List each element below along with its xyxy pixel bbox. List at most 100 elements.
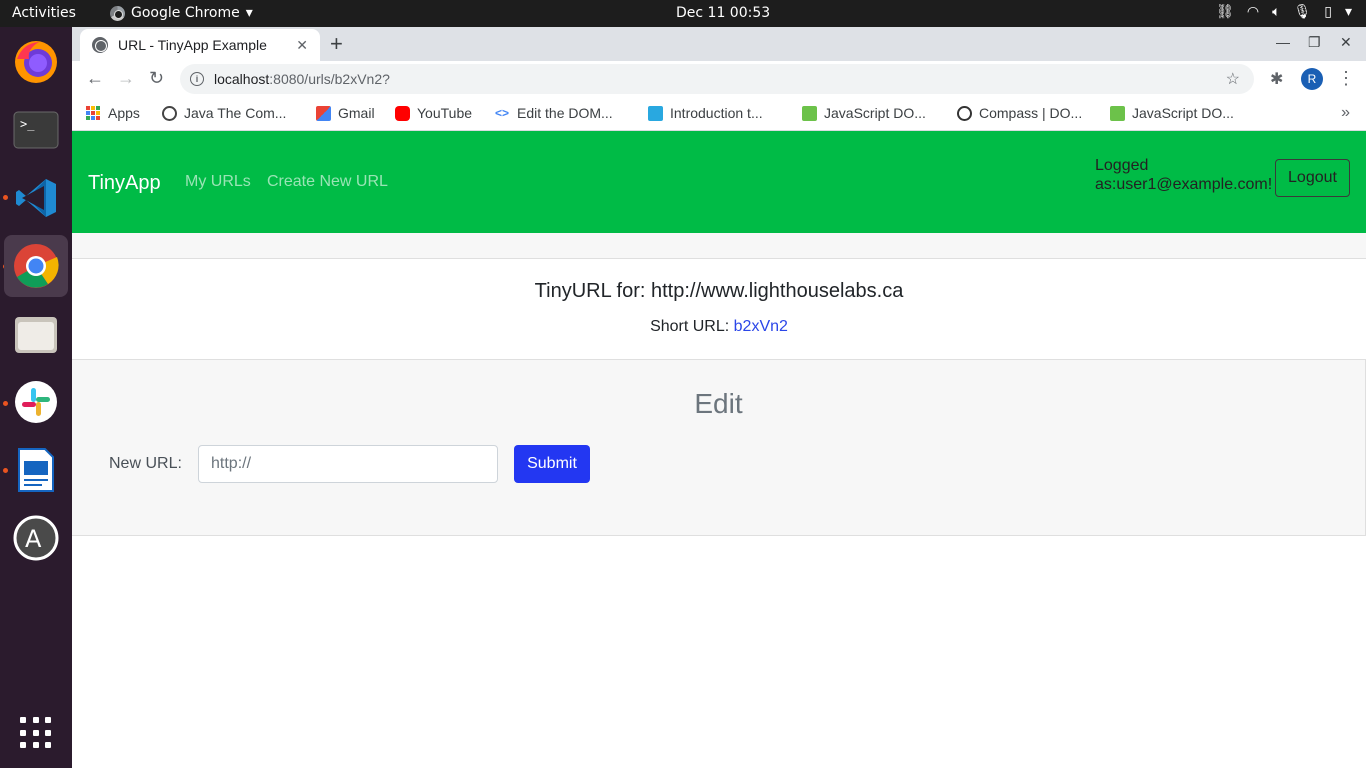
bookmark-introduction[interactable]: Introduction t... [648,105,763,121]
reload-icon[interactable]: ↻ [149,68,164,89]
forward-arrow-icon[interactable]: → [117,68,135,89]
svg-text:>_: >_ [20,117,35,131]
browser-window: URL - TinyApp Example ✕ + — ❐ ✕ ← → ↻ i … [72,27,1366,768]
clock[interactable]: Dec 11 00:53 [676,5,770,21]
tab-active[interactable]: URL - TinyApp Example ✕ [80,29,320,61]
bookmark-label: JavaScript DO... [824,105,926,121]
bookmark-label: Gmail [338,105,375,121]
short-url-line: Short URL: b2xVn2 [72,318,1366,336]
network-icon: ⛓ [1216,4,1234,20]
close-icon[interactable]: ✕ [296,37,308,54]
bookmark-youtube[interactable]: YouTube [395,105,472,121]
bookmark-gmail[interactable]: Gmail [316,105,375,121]
bookmark-label: Edit the DOM... [517,105,613,121]
code-icon: <> [495,105,510,120]
app-menu-label: Google Chrome [131,5,240,21]
restore-icon[interactable]: ❐ [1308,34,1321,51]
show-applications-icon[interactable] [20,717,52,749]
vscode-icon [16,179,56,217]
bookmarks-overflow-icon[interactable]: » [1341,104,1350,122]
bookmark-javascript-dom-2[interactable]: JavaScript DO... [1110,105,1234,121]
wifi-icon: ◠ [1246,4,1260,20]
battery-icon: ▯ [1324,4,1332,20]
card-header-strip [72,233,1366,259]
page-viewport: TinyApp My URLs Create New URL Logged as… [72,131,1366,768]
site-icon [802,105,817,121]
nav-my-urls[interactable]: My URLs [185,173,251,191]
browser-toolbar: ← → ↻ i localhost:8080/urls/b2xVn2? ☆ ✱ … [72,61,1366,97]
short-url-link[interactable]: b2xVn2 [734,318,788,335]
profile-avatar[interactable]: R [1301,68,1323,90]
globe-icon [92,37,108,53]
dock-chrome[interactable] [4,235,68,297]
bookmark-label: Java The Com... [184,105,287,121]
youtube-icon [395,105,410,121]
power-menu-icon: ▾ [1344,4,1352,20]
dock-libreoffice-impress[interactable] [4,439,68,501]
site-icon [1110,105,1125,121]
chrome-icon [110,5,125,21]
tab-strip: URL - TinyApp Example ✕ + — ❐ ✕ [72,27,1366,61]
edit-heading: Edit [694,388,743,419]
bookmark-label: Compass | DO... [979,105,1083,121]
presentation-document-icon [18,448,54,492]
compass-icon [957,105,972,121]
bookmarks-bar: Apps Java The Com... Gmail YouTube <> Ed… [72,97,1366,131]
bookmark-javascript-dom-1[interactable]: JavaScript DO... [802,105,926,121]
svg-text:A: A [25,525,42,553]
dock-terminal[interactable]: >_ [4,99,68,161]
dock-vscode[interactable] [4,167,68,229]
new-tab-icon[interactable]: + [330,31,343,57]
logged-in-user: Logged as:user1@example.com! [1095,157,1273,193]
bookmark-label: YouTube [417,105,473,121]
back-arrow-icon[interactable]: ← [86,68,104,89]
window-close-icon[interactable]: ✕ [1340,34,1352,51]
dock-slack[interactable] [4,371,68,433]
edit-panel: Edit New URL: Submit [72,360,1366,536]
terminal-icon: >_ [13,111,59,149]
bookmark-star-icon[interactable]: ☆ [1226,69,1240,89]
graduation-cap-icon [648,105,663,121]
url-card: TinyURL for: http://www.lighthouselabs.c… [72,259,1366,360]
slack-icon [15,381,57,423]
bookmark-compass[interactable]: Compass | DO... [957,105,1082,121]
ubuntu-dock: >_ A [0,27,72,768]
card-title: TinyURL for: http://www.lighthouselabs.c… [534,280,904,302]
url-host: localhost [214,71,270,87]
bookmark-label: Apps [108,105,140,121]
activities-button[interactable]: Activities [12,5,76,21]
volume-icon: 🔈︎ [1272,4,1281,20]
minimize-icon[interactable]: — [1276,34,1290,50]
firefox-icon [15,41,57,83]
more-menu-icon[interactable]: ⋮ [1337,68,1355,89]
brand-link[interactable]: TinyApp [88,172,161,195]
software-updater-icon: A [13,515,59,561]
system-top-bar: Activities Google Chrome ▾ Dec 11 00:53 … [0,0,1366,27]
logout-button[interactable]: Logout [1275,159,1350,197]
dock-files[interactable] [4,303,68,365]
submit-button[interactable]: Submit [514,445,590,483]
new-url-label: New URL: [109,455,182,472]
tab-title: URL - TinyApp Example [118,37,267,53]
folder-icon [15,317,57,353]
extensions-icon[interactable]: ✱ [1270,69,1283,89]
bookmark-java[interactable]: Java The Com... [162,105,286,121]
address-bar[interactable]: i localhost:8080/urls/b2xVn2? ☆ [180,64,1254,94]
apps-grid-icon [86,105,101,121]
globe-icon [162,105,177,121]
bookmark-apps[interactable]: Apps [86,105,140,121]
app-menu[interactable]: Google Chrome ▾ [110,5,253,21]
bookmark-edit-dom[interactable]: <> Edit the DOM... [495,105,613,121]
nav-create-new-url[interactable]: Create New URL [267,173,388,191]
bookmark-label: JavaScript DO... [1132,105,1234,121]
system-tray[interactable]: ⛓ ◠ 🔈︎ 🎙︎ ▯ ▾ [1216,4,1352,20]
short-url-label: Short URL: [650,318,734,335]
site-info-icon[interactable]: i [190,72,204,86]
site-navbar: TinyApp My URLs Create New URL Logged as… [72,131,1366,233]
bookmark-label: Introduction t... [670,105,763,121]
new-url-input[interactable] [198,445,498,483]
dock-firefox[interactable] [4,31,68,93]
gmail-icon [316,105,331,121]
url-path: :8080/urls/b2xVn2? [269,71,390,87]
dock-software-updater[interactable]: A [4,507,68,569]
